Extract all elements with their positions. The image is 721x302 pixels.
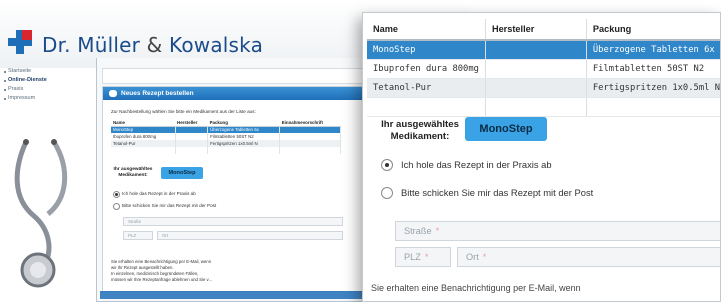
cell-packung: Fertigspritzen 1x0.5ml N — [207, 140, 281, 147]
radio-dot[interactable] — [381, 159, 393, 171]
cell-einnahme — [279, 126, 341, 133]
zoomed-detail-window: Name Hersteller Packung MonoStep Überzog… — [362, 12, 721, 302]
city-field[interactable]: Ort * — [457, 247, 720, 267]
selected-medication-label: Ihr ausgewähltes Medikament: — [113, 167, 153, 178]
table-row[interactable]: MonoStep Überzogene Tabletten 6x — [367, 40, 720, 60]
cell-packung: Fertigspritzen 1x0.5ml N — [586, 78, 720, 98]
radio-mail-label: Bitte schicken Sie mir das Rezept mit de… — [401, 187, 594, 198]
nav-item-praxis[interactable]: Praxis — [4, 86, 96, 95]
cell-hersteller — [485, 40, 587, 60]
medical-cross-logo-icon — [8, 30, 32, 54]
site-title-amp: & — [146, 33, 163, 57]
selected-medication-label: Ihr ausgewähltes Medikament: — [381, 119, 459, 142]
street-placeholder: Straße — [128, 219, 142, 224]
nav-item-online-dienste[interactable]: Online-Dienste — [4, 77, 96, 86]
cell-name: MonoStep — [111, 126, 176, 133]
radio-pickup-label: Ich hole das Rezept in der Praxis ab — [401, 159, 552, 170]
cell-hersteller — [485, 59, 587, 79]
nav-item-impressum[interactable]: Impressum — [4, 95, 96, 104]
cell-packung: Filmtabletten 50ST N2 — [586, 59, 720, 79]
panel-intro: Zur Nachbestellung wählen Sie bitte ein … — [111, 109, 256, 114]
cell-einnahme — [279, 147, 341, 154]
col-header-einnahme[interactable]: Einnahmevorschrift — [279, 119, 341, 127]
zip-placeholder: PLZ — [128, 233, 137, 238]
col-header-name[interactable]: Name — [367, 19, 486, 41]
medication-table-small: Name Hersteller Packung Einnahmevorschri… — [111, 119, 341, 154]
cell-name: Tetanol-Pur — [111, 140, 176, 147]
cell-name: Tetanol-Pur — [367, 78, 486, 98]
cell-name — [111, 147, 176, 154]
selected-medication-badge: MonoStep — [465, 117, 547, 141]
table-row[interactable] — [111, 147, 341, 154]
cell-packung — [586, 97, 720, 117]
medication-table: Name Hersteller Packung MonoStep Überzog… — [367, 19, 720, 117]
radio-mail[interactable]: Bitte schicken Sie mir das Rezept mit de… — [113, 203, 216, 210]
street-placeholder: Straße — [404, 226, 432, 236]
cell-name: Ibuprofen dura 800mg — [111, 133, 176, 140]
street-field[interactable]: Straße * — [395, 221, 720, 241]
selected-medication-badge: MonoStep — [161, 167, 203, 179]
radio-mail[interactable]: Bitte schicken Sie mir das Rezept mit de… — [381, 187, 593, 201]
city-field[interactable]: Ort — [157, 231, 343, 240]
zip-field[interactable]: PLZ * — [395, 247, 451, 267]
city-placeholder: Ort — [162, 233, 169, 238]
required-mark: * — [424, 252, 429, 262]
cell-packung: Überzogene Tabletten 6x — [586, 40, 720, 60]
col-header-packung[interactable]: Packung — [586, 19, 720, 41]
panel-title: Neues Rezept bestellen — [121, 90, 194, 97]
stethoscope-image — [14, 139, 68, 288]
table-row[interactable] — [367, 97, 720, 117]
cell-name: Ibuprofen dura 800mg — [367, 59, 486, 79]
col-header-hersteller[interactable]: Hersteller — [485, 19, 587, 41]
site-title-name1: Dr. Müller — [42, 33, 141, 57]
notice-text: Sie erhalten eine Benachrichtigung per E… — [111, 259, 291, 283]
cell-einnahme — [279, 133, 341, 140]
site-title-name2: Kowalska — [169, 33, 264, 57]
notice-text-partial: Sie erhalten eine Benachrichtigung per E… — [371, 283, 581, 293]
radio-pickup[interactable]: Ich hole das Rezept in der Praxis ab — [113, 191, 196, 198]
city-placeholder: Ort — [466, 252, 479, 262]
col-header-packung[interactable]: Packung — [207, 119, 280, 127]
cell-hersteller — [175, 147, 209, 154]
cell-hersteller — [175, 133, 209, 140]
table-row[interactable]: Tetanol-Pur Fertigspritzen 1x0.5ml N — [111, 140, 341, 147]
cell-hersteller — [485, 97, 587, 117]
radio-pickup[interactable]: Ich hole das Rezept in der Praxis ab — [381, 159, 552, 173]
notice-line: müssen wir Ihre Rezeptanfrage ablehnen u… — [111, 277, 212, 282]
cell-packung: Überzogene Tabletten 6x — [207, 126, 281, 133]
cell-hersteller — [485, 78, 587, 98]
cell-name: MonoStep — [367, 40, 486, 60]
site-title[interactable]: Dr. Müller & Kowalska — [42, 33, 263, 57]
cell-einnahme — [279, 140, 341, 147]
table-row[interactable]: Ibuprofen dura 800mg Filmtabletten 50ST … — [111, 133, 341, 140]
street-field[interactable]: Straße — [123, 217, 343, 226]
table-row[interactable]: Tetanol-Pur Fertigspritzen 1x0.5ml N — [367, 78, 720, 98]
cell-name — [367, 97, 486, 117]
required-mark: * — [435, 226, 440, 236]
zip-placeholder: PLZ — [404, 252, 421, 262]
table-row[interactable]: Ibuprofen dura 800mg Filmtabletten 50ST … — [367, 59, 720, 79]
table-row[interactable]: MonoStep Überzogene Tabletten 6x — [111, 126, 341, 133]
cell-hersteller — [175, 126, 209, 133]
required-mark: * — [482, 252, 487, 262]
col-header-hersteller[interactable]: Hersteller — [175, 119, 208, 127]
pill-icon — [109, 90, 117, 97]
cell-packung — [207, 147, 281, 154]
cell-packung: Filmtabletten 50ST N2 — [207, 133, 281, 140]
col-header-name[interactable]: Name — [111, 119, 176, 127]
cell-hersteller — [175, 140, 209, 147]
radio-dot[interactable] — [381, 187, 393, 199]
nav-item-startseite[interactable]: Startseite — [4, 68, 96, 77]
zip-field[interactable]: PLZ — [123, 231, 153, 240]
